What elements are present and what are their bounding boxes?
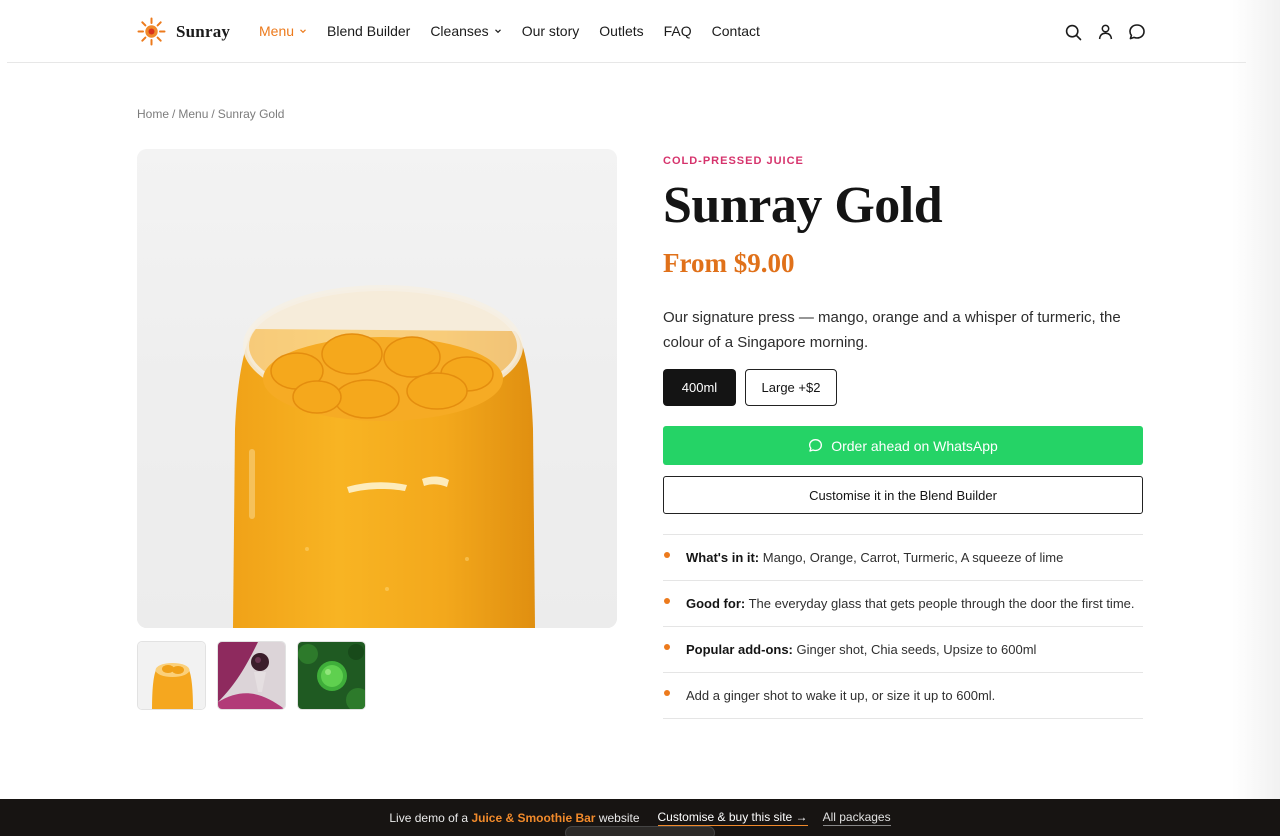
chevron-down-icon bbox=[300, 29, 306, 34]
banner-suffix: website bbox=[598, 810, 640, 825]
list-item: Good for: The everyday glass that gets p… bbox=[663, 581, 1143, 627]
nav-item-faq[interactable]: FAQ bbox=[664, 23, 692, 39]
nav-item-our-story[interactable]: Our story bbox=[522, 23, 580, 39]
nav-item-menu[interactable]: Menu bbox=[259, 23, 307, 39]
header-actions bbox=[1063, 22, 1147, 42]
product-price: From $9.00 bbox=[663, 248, 795, 278]
sun-logo-icon bbox=[137, 17, 166, 46]
blend-builder-button[interactable]: Customise it in the Blend Builder bbox=[663, 476, 1143, 514]
nav-label: Outlets bbox=[599, 23, 644, 39]
bullet-dot bbox=[664, 552, 670, 558]
detail-label: Good for: bbox=[686, 596, 746, 611]
nav-label: Cleanses bbox=[430, 23, 489, 39]
bullet-dot bbox=[664, 690, 670, 696]
whatsapp-order-button[interactable]: Order ahead on WhatsApp bbox=[663, 426, 1143, 465]
size-selector: 400ml Large +$2 bbox=[663, 369, 837, 406]
nav-item-outlets[interactable]: Outlets bbox=[599, 23, 643, 39]
breadcrumb: Home / Menu / Sunray Gold bbox=[137, 107, 284, 121]
all-packages-link[interactable]: All packages bbox=[822, 810, 891, 826]
nav-label: Menu bbox=[259, 23, 295, 39]
product-title: Sunray Gold bbox=[663, 177, 943, 234]
size-option-400ml[interactable]: 400ml bbox=[663, 369, 736, 406]
chevron-down-icon bbox=[494, 29, 501, 34]
floating-toolbar bbox=[565, 826, 715, 836]
main-nav: Menu Blend Builder Cleanses Our story Ou… bbox=[259, 23, 780, 39]
nav-label: Contact bbox=[711, 23, 760, 39]
list-item: Add a ginger shot to wake it up, or size… bbox=[663, 673, 1143, 719]
product-details-list: What's in it: Mango, Orange, Carrot, Tur… bbox=[663, 534, 1143, 719]
breadcrumb-home[interactable]: Home bbox=[137, 107, 169, 121]
banner-highlight: Juice & Smoothie Bar bbox=[471, 810, 596, 825]
buy-site-link[interactable]: Customise & buy this site → bbox=[657, 810, 808, 826]
detail-text: The everyday glass that gets people thro… bbox=[748, 596, 1135, 611]
nav-item-contact[interactable]: Contact bbox=[712, 23, 760, 39]
detail-text: Ginger shot, Chia seeds, Upsize to 600ml bbox=[796, 642, 1037, 657]
product-description: Our signature press — mango, orange and … bbox=[663, 309, 1121, 351]
product-main-image bbox=[137, 149, 617, 628]
detail-text: Add a ginger shot to wake it up, or size… bbox=[686, 688, 996, 703]
bullet-dot bbox=[664, 644, 670, 650]
whatsapp-button-label: Order ahead on WhatsApp bbox=[831, 437, 998, 454]
nav-item-cleanses[interactable]: Cleanses bbox=[430, 23, 501, 39]
site-header: Sunray Menu Blend Builder Cleanses Our s… bbox=[0, 0, 1280, 63]
detail-label: What's in it: bbox=[686, 550, 760, 565]
page-edge-fade bbox=[1232, 0, 1280, 800]
brand-logo[interactable]: Sunray bbox=[137, 17, 230, 46]
brand-name: Sunray bbox=[176, 21, 231, 41]
thumbnail-mango-juice[interactable] bbox=[137, 641, 206, 710]
breadcrumb-current: Sunray Gold bbox=[217, 107, 285, 121]
search-icon[interactable] bbox=[1063, 22, 1083, 42]
user-icon[interactable] bbox=[1095, 22, 1115, 42]
product-category: COLD-PRESSED JUICE bbox=[663, 155, 804, 167]
product-thumbnails bbox=[137, 641, 366, 710]
breadcrumb-separator: / bbox=[172, 107, 176, 121]
detail-label: Popular add-ons: bbox=[686, 642, 793, 657]
nav-label: FAQ bbox=[663, 23, 692, 39]
thumbnail-berry-smoothie[interactable] bbox=[217, 641, 286, 710]
size-option-large[interactable]: Large +$2 bbox=[745, 369, 837, 406]
thumbnail-green-juice[interactable] bbox=[297, 641, 366, 710]
detail-text: Mango, Orange, Carrot, Turmeric, A squee… bbox=[762, 550, 1064, 565]
breadcrumb-menu[interactable]: Menu bbox=[178, 107, 208, 121]
bullet-dot bbox=[664, 598, 670, 604]
list-item: What's in it: Mango, Orange, Carrot, Tur… bbox=[663, 535, 1143, 581]
chat-icon[interactable] bbox=[1127, 22, 1147, 42]
list-item: Popular add-ons: Ginger shot, Chia seeds… bbox=[663, 627, 1143, 673]
banner-prefix: Live demo of a bbox=[389, 810, 469, 825]
breadcrumb-separator: / bbox=[211, 107, 215, 121]
chat-bubble-icon bbox=[809, 439, 823, 452]
nav-label: Blend Builder bbox=[327, 23, 411, 39]
nav-label: Our story bbox=[521, 23, 580, 39]
header-divider bbox=[7, 62, 1246, 63]
nav-item-blend-builder[interactable]: Blend Builder bbox=[327, 23, 410, 39]
